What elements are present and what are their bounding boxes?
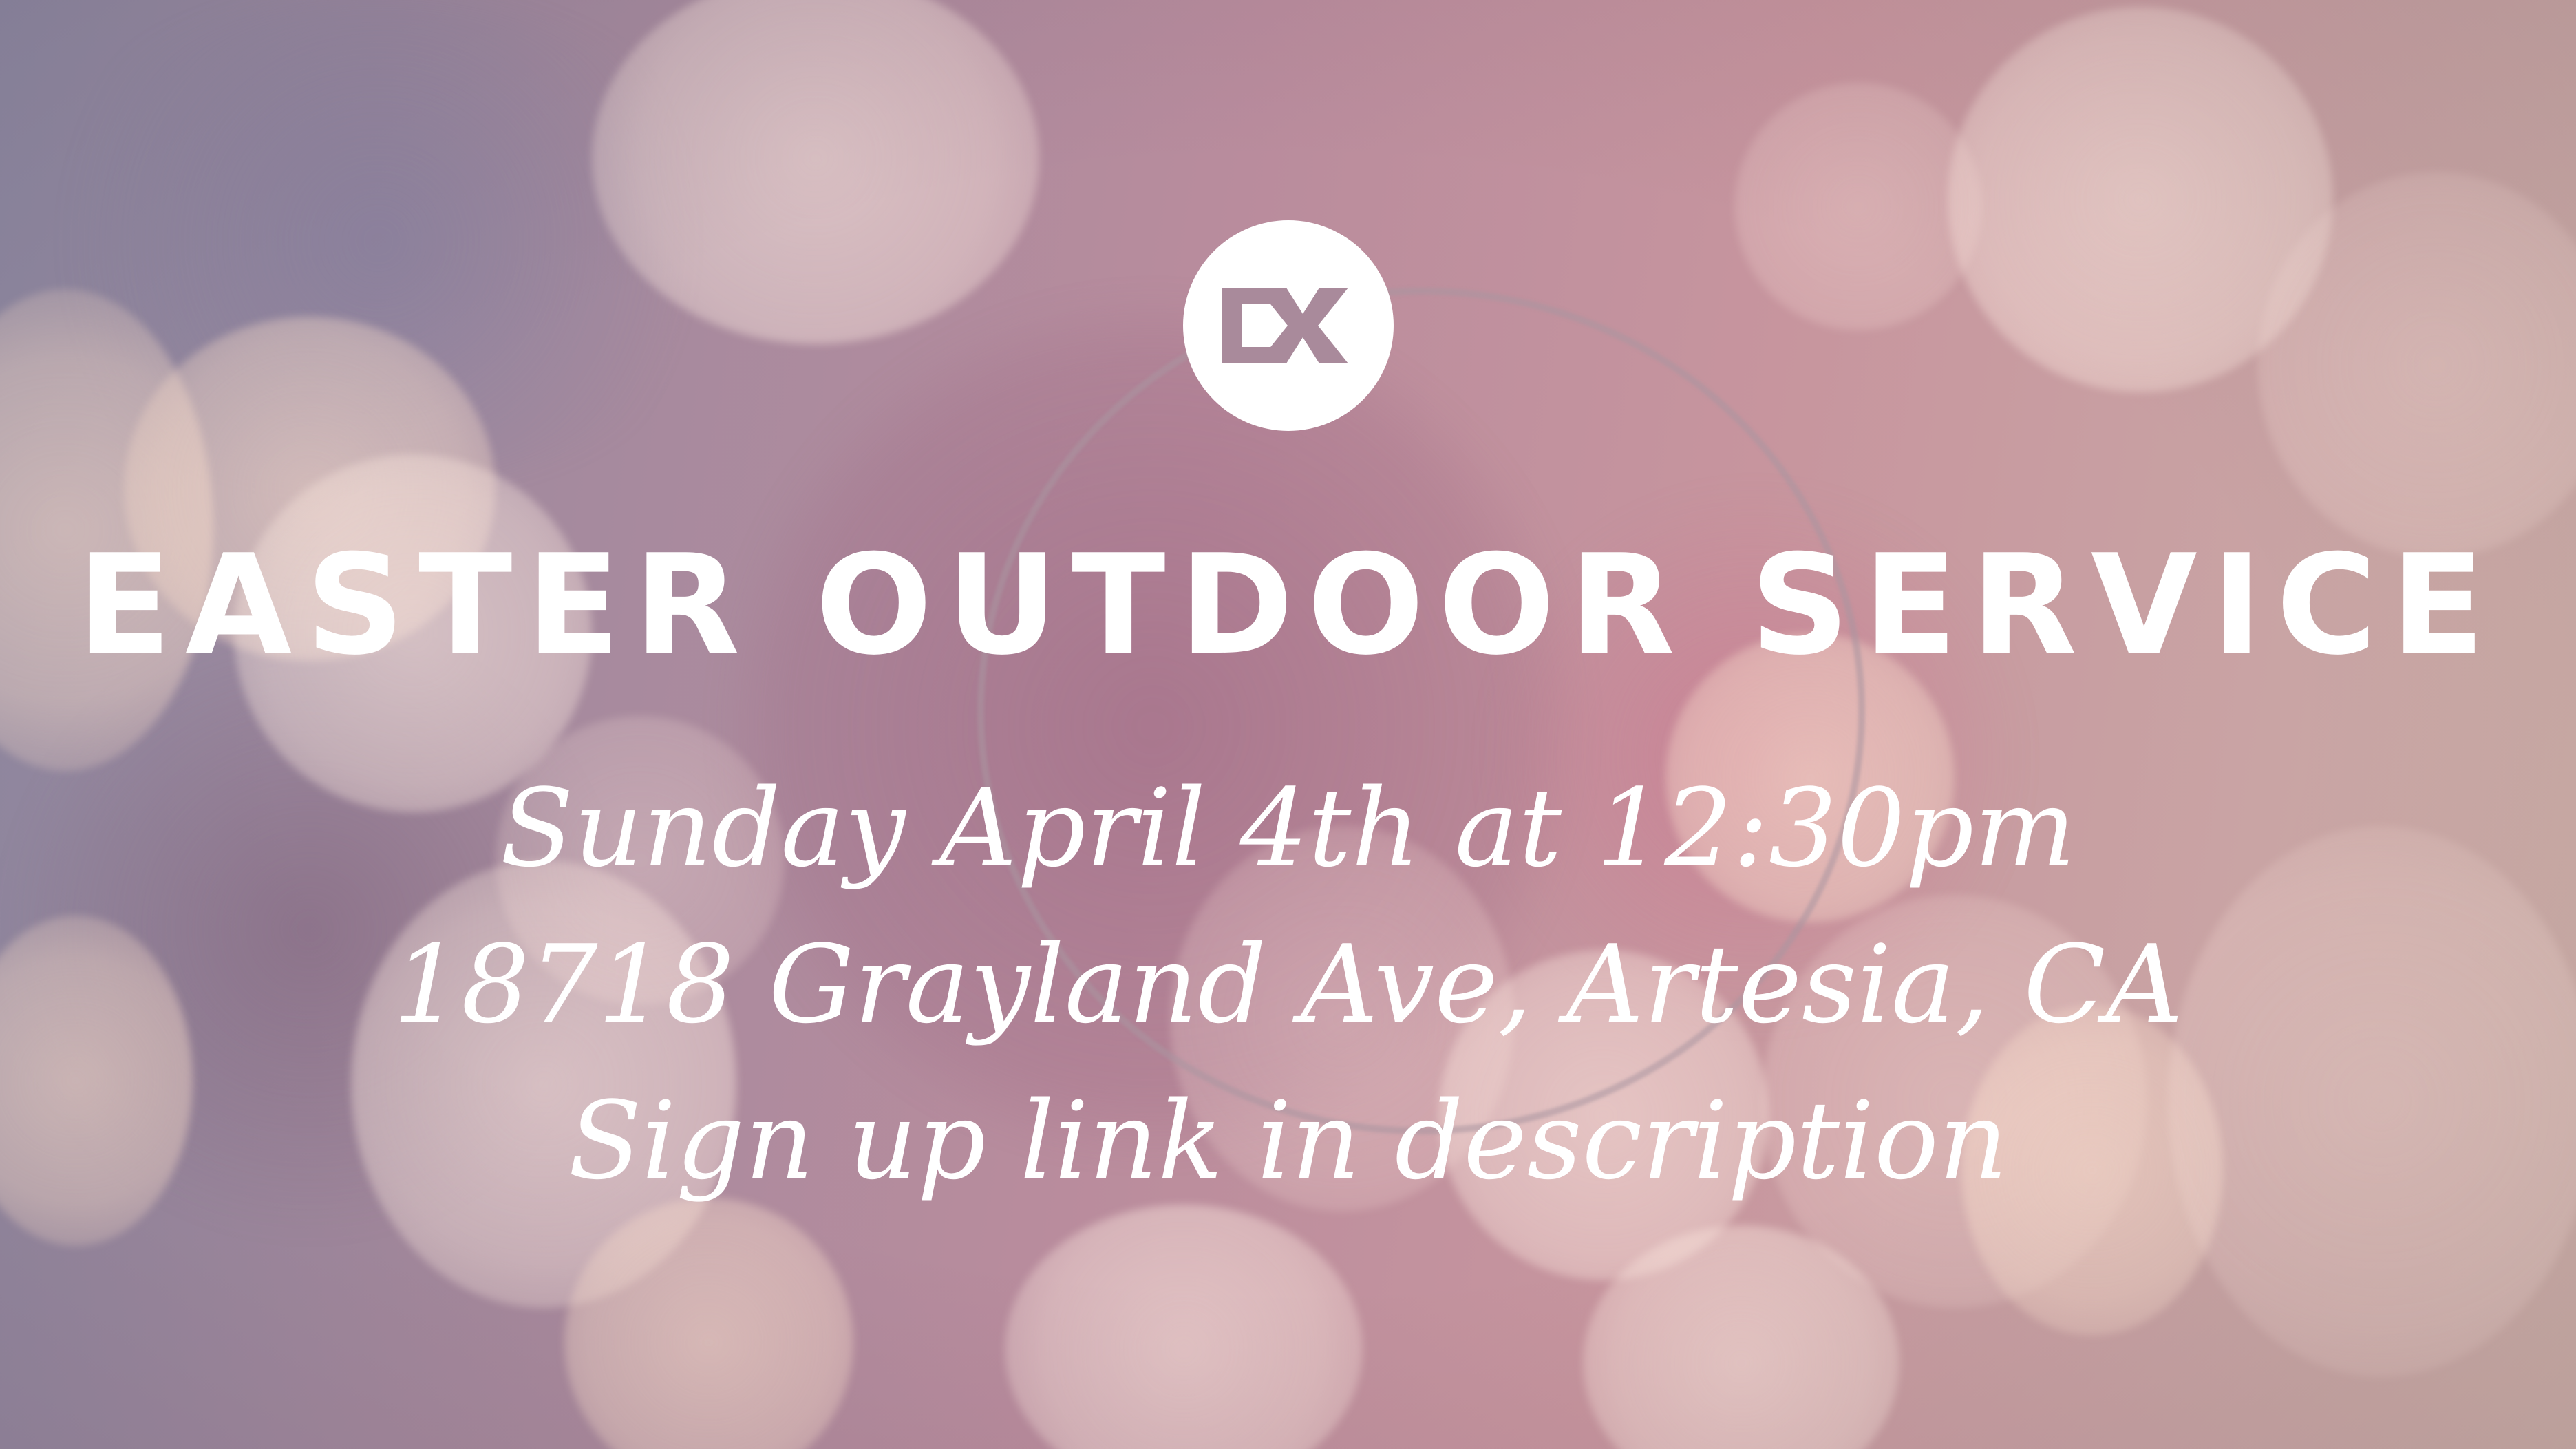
cx-logo-icon — [1222, 288, 1348, 363]
event-date-time: Sunday April 4th at 12:30pm — [500, 765, 2076, 891]
event-address: 18718 Grayland Ave, Artesia, CA — [392, 922, 2184, 1047]
bokeh-background — [0, 0, 2576, 1449]
event-slide: EASTER OUTDOOR SERVICE Sunday April 4th … — [0, 0, 2576, 1449]
event-title: EASTER OUTDOOR SERVICE — [77, 525, 2499, 686]
event-signup-note: Sign up link in description — [568, 1078, 2008, 1203]
cx-logo-badge — [1183, 220, 1394, 431]
